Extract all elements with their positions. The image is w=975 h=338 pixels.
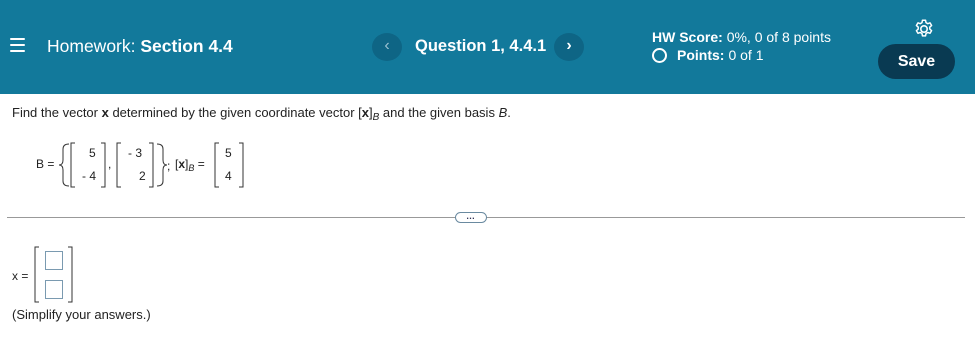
basis-separator: ,	[108, 157, 112, 171]
points-status: Points: 0 of 1	[652, 47, 763, 63]
basis-v2-entry-2: 2	[139, 169, 146, 183]
next-question-button[interactable]: ›	[554, 33, 584, 61]
points-value: 0 of 1	[728, 47, 764, 63]
prompt-end: .	[507, 105, 511, 120]
coord-entry-1: 5	[225, 146, 232, 160]
basis-expression: B = 5 - 4 , - 3 2 ; [x]B = 5 4	[0, 135, 300, 195]
gear-icon[interactable]	[913, 18, 935, 40]
basis-v1-entry-2: - 4	[82, 169, 97, 183]
answer-area: x =	[0, 245, 120, 305]
basis-v1-entry-1: 5	[89, 146, 96, 160]
prompt-text-2: determined by the given coordinate vecto…	[108, 105, 359, 120]
basis-v2-entry-1: - 3	[128, 146, 143, 160]
prompt-basis: B	[498, 105, 508, 120]
basis-close-separator: ;	[167, 159, 171, 173]
prompt-coord-var: x	[361, 105, 370, 120]
prompt-vector-var: x	[101, 105, 109, 120]
answer-label: x =	[12, 269, 29, 283]
circle-outline-icon	[652, 47, 667, 63]
hw-score-label: HW Score:	[652, 29, 723, 45]
coord-entry-2: 4	[225, 169, 232, 183]
homework-title-prefix: Homework:	[47, 36, 136, 56]
coord-label: [x]B =	[175, 157, 205, 173]
homework-section: Section 4.4	[140, 36, 233, 56]
question-prompt: Find the vector x determined by the give…	[12, 105, 511, 123]
answer-input-entry-2[interactable]	[45, 280, 63, 299]
chevron-right-icon: ›	[566, 37, 572, 54]
hamburger-menu-icon[interactable]	[10, 38, 25, 52]
coord-label-eq: =	[197, 157, 205, 171]
basis-label: B =	[36, 157, 55, 171]
prompt-text-3: and the given basis	[379, 105, 499, 120]
points-label: Points:	[677, 47, 725, 63]
hw-score: HW Score: 0%, 0 of 8 points	[652, 29, 831, 45]
ellipsis-icon[interactable]: …	[455, 212, 487, 223]
save-button[interactable]: Save	[878, 44, 955, 79]
header-bar: Homework: Section 4.4 ‹ Question 1, 4.4.…	[0, 0, 975, 94]
question-label: Question 1, 4.4.1	[415, 37, 547, 55]
previous-question-button[interactable]: ‹	[372, 33, 402, 61]
answer-input-entry-1[interactable]	[45, 251, 63, 270]
hw-score-value: 0%, 0 of 8 points	[726, 29, 831, 45]
chevron-left-icon: ‹	[384, 37, 390, 54]
homework-title: Homework: Section 4.4	[47, 36, 233, 57]
prompt-text-1: Find the vector	[12, 105, 102, 120]
coord-label-sub: B	[188, 163, 195, 173]
answer-hint: (Simplify your answers.)	[12, 307, 151, 322]
